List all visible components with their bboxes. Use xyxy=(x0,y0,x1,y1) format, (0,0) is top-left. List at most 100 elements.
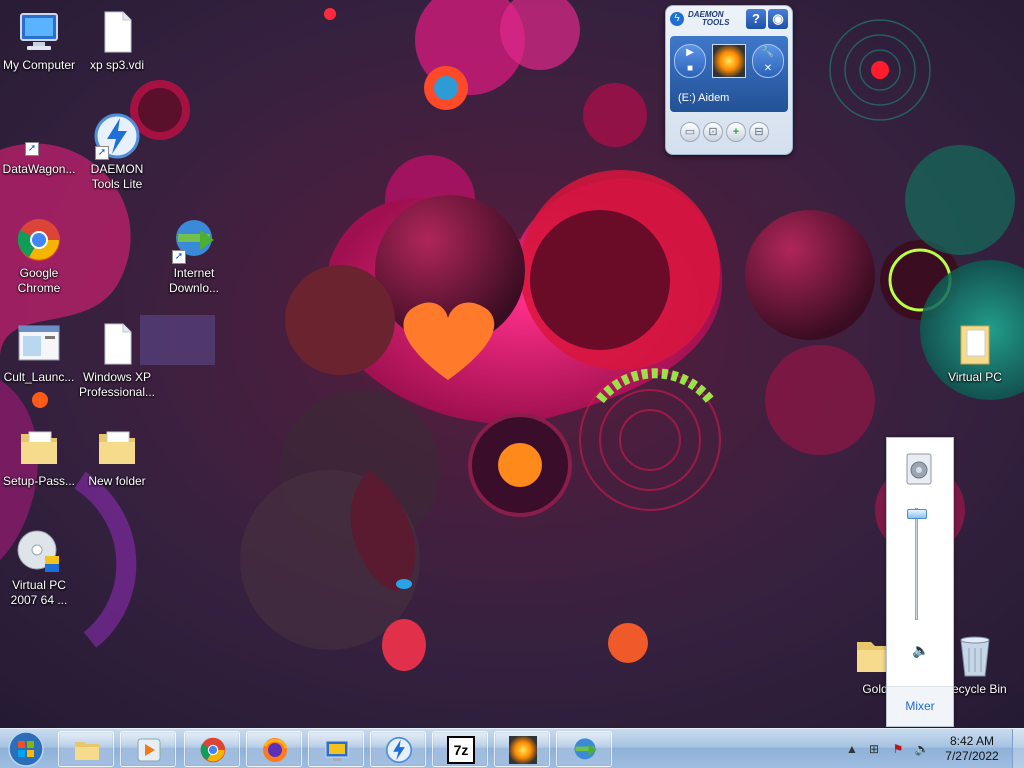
daemon-tools-icon: ➚ xyxy=(93,112,141,160)
desktop-icon-label: Internet Downlo... xyxy=(168,266,220,295)
mixer-link[interactable]: Mixer xyxy=(905,699,934,713)
gadget-header: ϟ DAEMON TOOLS ? ◉ xyxy=(666,6,792,32)
taskbar-daemon-tools-gadget[interactable] xyxy=(494,731,550,767)
volume-slider-thumb[interactable] xyxy=(907,508,927,519)
taskbar-virtual-pc[interactable] xyxy=(308,731,364,767)
remove-drive-button[interactable]: ⊟ xyxy=(749,122,769,142)
desktop-icon-label: My Computer xyxy=(2,58,76,72)
media-player-icon xyxy=(137,738,161,762)
action-center-icon[interactable]: ⚑ xyxy=(890,742,906,756)
speaker-icon: 🔈 xyxy=(912,642,930,658)
folder-icon xyxy=(93,424,141,472)
taskbar: 7z ▲ ⊞ ⚑ 🔈 8:42 AM 7/27/2022 xyxy=(0,728,1024,768)
speaker-device-icon[interactable] xyxy=(904,452,934,486)
installer-icon xyxy=(15,528,63,576)
desktop-icon-label: DataWagon... xyxy=(2,162,76,176)
desktop-icon-label: Windows XP Professional... xyxy=(78,370,156,399)
volume-slider-track[interactable] xyxy=(915,508,918,620)
show-desktop-button[interactable] xyxy=(1012,729,1024,768)
taskbar-media-player[interactable] xyxy=(120,731,176,767)
7zip-icon: 7z xyxy=(447,736,475,764)
window-icon xyxy=(15,320,63,368)
desktop-icon-windows-xp-professional[interactable]: Windows XP Professional... xyxy=(78,320,156,400)
shortcut-icon: ➚ xyxy=(15,112,63,160)
desktop-icon-cult-launcher[interactable]: Cult_Launc... xyxy=(0,320,78,385)
computer-icon xyxy=(15,8,63,56)
taskbar-windows-explorer[interactable] xyxy=(58,731,114,767)
disc-image-icon xyxy=(509,736,537,764)
clock-date: 7/27/2022 xyxy=(945,749,999,763)
desktop-icon-xp-sp3-vdi[interactable]: xp sp3.vdi xyxy=(78,8,156,73)
rss-button[interactable]: ◉ xyxy=(768,9,788,29)
daemon-tools-icon xyxy=(385,736,413,764)
taskbar-google-chrome[interactable] xyxy=(184,731,240,767)
folder-open-icon: ▭ xyxy=(684,126,696,138)
chevron-up-icon: ▲ xyxy=(846,742,858,756)
rss-icon: ◉ xyxy=(772,11,784,26)
taskbar-daemon-tools[interactable] xyxy=(370,731,426,767)
file-icon xyxy=(93,8,141,56)
internet-download-manager-icon: ➚ xyxy=(170,216,218,264)
desktop-icon-my-computer[interactable]: My Computer xyxy=(0,8,78,73)
desktop-icon-setup-pass[interactable]: Setup-Pass... xyxy=(0,424,78,489)
gadget-toolbar: ▭ ⊡ + ⊟ xyxy=(680,122,772,142)
show-hidden-icons-button[interactable]: ▲ xyxy=(844,742,860,756)
gadget-logo: DAEMON TOOLS xyxy=(688,10,730,27)
mount-image-button[interactable]: ▭ xyxy=(680,122,700,142)
file-icon xyxy=(93,320,141,368)
desktop-icon-label: New folder xyxy=(88,474,146,488)
close-icon: ✕ xyxy=(763,63,773,74)
daemon-tools-gadget[interactable]: ϟ DAEMON TOOLS ? ◉ ▶ ■ 🔧 ✕ (E:) Aidem ▭ … xyxy=(665,5,793,155)
play-icon: ▶ xyxy=(686,47,694,58)
recycle-bin-icon xyxy=(951,632,999,680)
drive-icon: ⊟ xyxy=(754,126,764,138)
chrome-icon xyxy=(200,737,226,763)
desktop-icon-virtual-pc-2007[interactable]: Virtual PC 2007 64 ... xyxy=(0,528,78,608)
folder-icon xyxy=(75,742,99,760)
desktop-icon-internet-download-manager[interactable]: ➚ Internet Downlo... xyxy=(155,216,233,296)
desktop-icon-label: Setup-Pass... xyxy=(2,474,76,488)
clock-time: 8:42 AM xyxy=(949,734,995,748)
desktop-icon-label: xp sp3.vdi xyxy=(89,58,145,72)
play-stop-button[interactable]: ▶ ■ xyxy=(674,44,706,78)
folder-icon xyxy=(951,320,999,368)
plus-icon: + xyxy=(732,126,740,138)
desktop-icon-label: Cult_Launc... xyxy=(3,370,75,384)
wrench-icon: 🔧 xyxy=(761,47,775,58)
drive-label: (E:) Aidem xyxy=(678,92,730,104)
image-catalog-button[interactable]: ⊡ xyxy=(703,122,723,142)
mixer-footer: Mixer xyxy=(887,686,953,726)
virtual-pc-icon xyxy=(325,740,349,761)
desktop-icon-new-folder[interactable]: New folder xyxy=(78,424,156,489)
network-icon[interactable]: ⊞ xyxy=(866,742,882,756)
chrome-icon xyxy=(15,216,63,264)
desktop-icon-label: Virtual PC 2007 64 ... xyxy=(10,578,68,607)
daemon-tools-icon: ϟ xyxy=(670,12,684,26)
disc-image-thumbnail[interactable] xyxy=(712,44,746,78)
settings-eject-button[interactable]: 🔧 ✕ xyxy=(752,44,784,78)
help-button[interactable]: ? xyxy=(746,9,766,29)
desktop-icon-google-chrome[interactable]: Google Chrome xyxy=(0,216,78,296)
firefox-icon xyxy=(263,738,288,762)
mute-speaker-button[interactable]: 🔈 xyxy=(909,642,933,662)
volume-tray-icon[interactable]: 🔈 xyxy=(914,742,930,756)
desktop-icon-label: Google Chrome xyxy=(17,266,61,295)
windows-logo-icon xyxy=(8,731,44,767)
stop-icon: ■ xyxy=(686,63,694,74)
internet-download-manager-icon xyxy=(574,738,597,760)
desktop-icon-daemon-tools-lite[interactable]: ➚ DAEMON Tools Lite xyxy=(78,112,156,192)
desktop-icon-virtual-pc[interactable]: Virtual PC xyxy=(936,320,1014,385)
volume-control-popup: 🔈 Mixer xyxy=(886,437,954,727)
catalog-icon: ⊡ xyxy=(708,126,718,138)
folder-icon xyxy=(15,424,63,472)
add-drive-button[interactable]: + xyxy=(726,122,746,142)
clock[interactable]: 8:42 AM 7/27/2022 xyxy=(934,734,1010,764)
taskbar-7-zip[interactable]: 7z xyxy=(432,731,488,767)
desktop-icon-datawagon[interactable]: ➚ DataWagon... xyxy=(0,112,78,177)
desktop-icon-label: Virtual PC xyxy=(948,370,1002,384)
start-button[interactable] xyxy=(4,730,48,768)
taskbar-firefox[interactable] xyxy=(246,731,302,767)
desktop-icon-label: DAEMON Tools Lite xyxy=(90,162,144,191)
taskbar-internet-download-manager[interactable] xyxy=(556,731,612,767)
gadget-drive-panel: ▶ ■ 🔧 ✕ (E:) Aidem xyxy=(670,36,788,112)
